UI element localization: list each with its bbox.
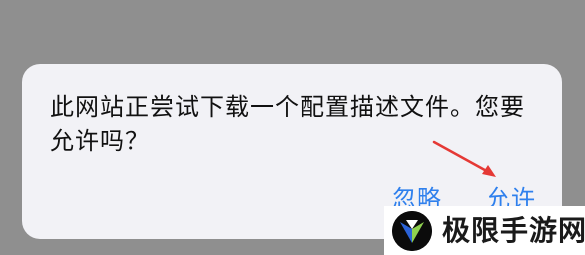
site-logo-icon xyxy=(392,210,432,251)
dialog-message: 此网站正尝试下载一个配置描述文件。您要允许吗？ xyxy=(50,93,525,155)
site-watermark: 极限手游网 xyxy=(384,206,585,255)
watermark-text: 极限手游网 xyxy=(442,213,585,247)
